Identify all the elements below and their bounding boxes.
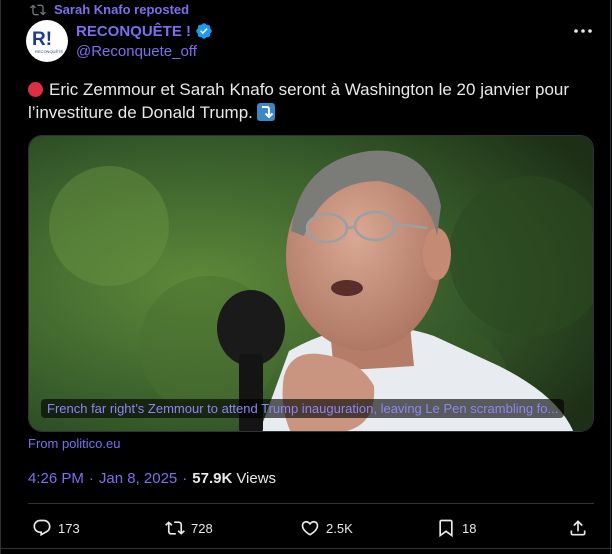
bookmark-icon <box>439 519 453 538</box>
retweet-button[interactable]: 728 <box>165 518 213 538</box>
tweet-meta: 4:26 PM · Jan 8, 2025 · 57.9K Views <box>28 470 276 487</box>
divider <box>28 503 594 504</box>
reply-icon <box>33 519 51 537</box>
share-icon <box>570 520 586 536</box>
views-label: Views <box>236 470 277 487</box>
bookmark-button[interactable]: 18 <box>436 518 476 538</box>
tweet-text: Eric Zemmour et Sarah Knafo seront à Was… <box>28 78 598 124</box>
author-name-line[interactable]: RECONQUÊTE ! <box>76 22 213 40</box>
reply-button[interactable]: 173 <box>32 518 80 538</box>
retweet-count: 728 <box>191 520 213 536</box>
share-button[interactable] <box>568 518 588 538</box>
retweet-icon <box>165 521 185 535</box>
reconquete-logo: R! RECONQUÊTE <box>32 29 64 54</box>
link-card-media[interactable]: French far right’s Zemmour to attend Tru… <box>28 135 594 432</box>
bookmark-count: 18 <box>462 520 477 536</box>
repost-icon <box>30 4 46 16</box>
article-photo <box>29 136 593 431</box>
like-icon <box>301 520 319 536</box>
tweet-time[interactable]: 4:26 PM <box>28 470 84 487</box>
meta-separator: · <box>182 470 188 487</box>
red-circle-emoji <box>28 82 43 97</box>
right-arrow-curving-down-emoji <box>256 103 275 121</box>
views-count: 57.9K <box>192 470 233 487</box>
more-icon[interactable] <box>572 26 594 36</box>
avatar[interactable]: R! RECONQUÊTE <box>26 20 68 62</box>
author-handle[interactable]: @Reconquete_off <box>76 43 197 60</box>
frame-border-left <box>0 0 1 554</box>
link-card-title[interactable]: French far right’s Zemmour to attend Tru… <box>41 399 565 418</box>
reply-count: 173 <box>58 520 80 536</box>
meta-separator: · <box>88 470 94 487</box>
repost-label: Sarah Knafo reposted <box>54 2 190 17</box>
tweet-body: Eric Zemmour et Sarah Knafo seront à Was… <box>28 80 570 122</box>
like-count: 2.5K <box>326 520 353 536</box>
repost-header[interactable]: Sarah Knafo reposted <box>30 2 190 17</box>
avatar-small-text: RECONQUÊTE <box>35 49 64 54</box>
author-display-name[interactable]: RECONQUÊTE ! <box>76 23 191 40</box>
frame-border-right <box>610 0 611 554</box>
like-button[interactable]: 2.5K <box>300 518 353 538</box>
bottom-divider <box>0 548 612 549</box>
avatar-letters: R! <box>32 29 52 50</box>
link-source[interactable]: From politico.eu <box>28 436 120 451</box>
verified-badge-icon <box>196 23 212 39</box>
tweet-date[interactable]: Jan 8, 2025 <box>99 470 177 487</box>
